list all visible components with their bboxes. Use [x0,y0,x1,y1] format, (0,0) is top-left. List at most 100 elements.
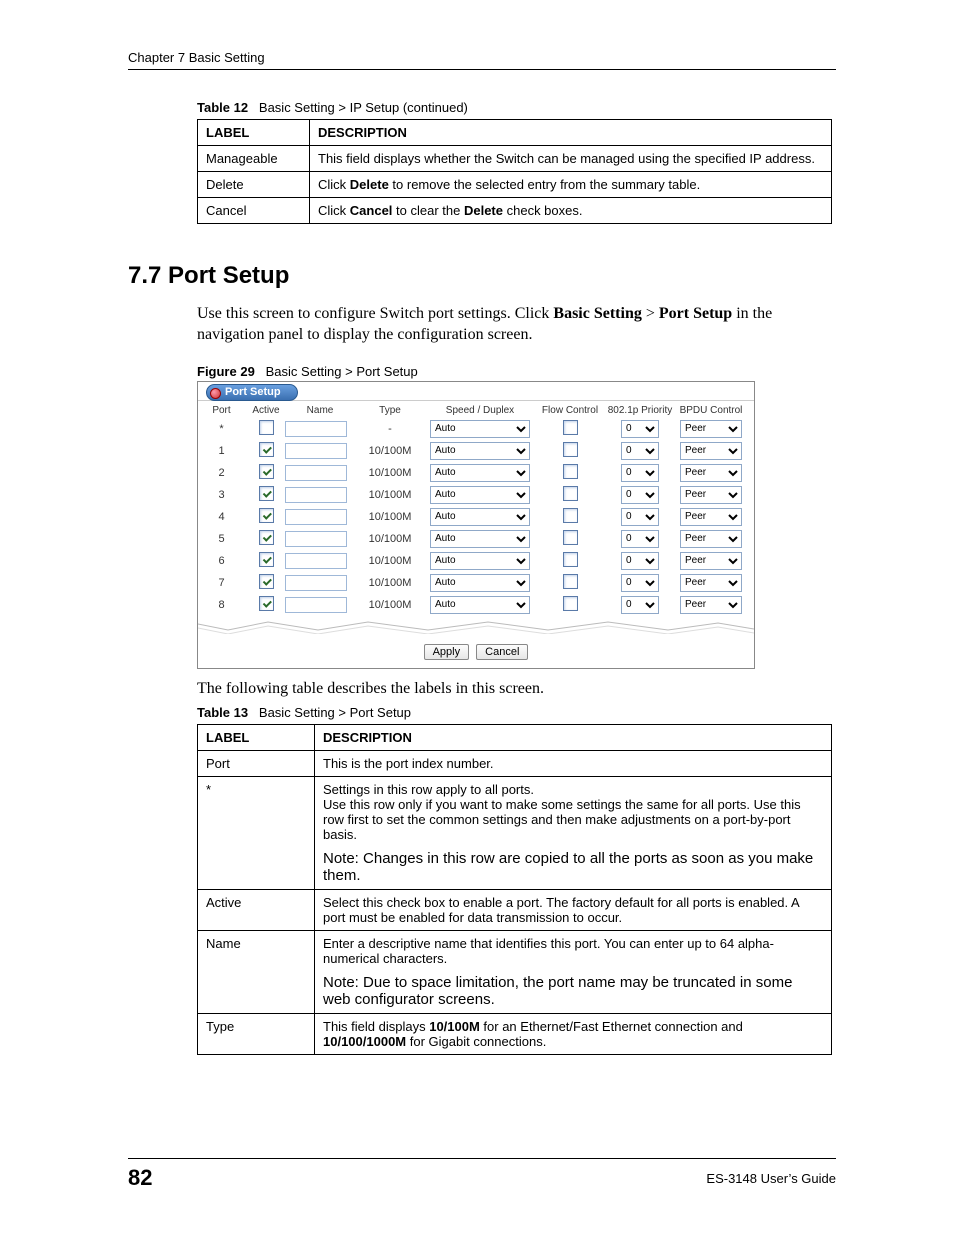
text: Use this screen to configure Switch port… [197,305,553,322]
bpdu-control-select[interactable]: Peer [680,486,742,504]
name-input[interactable] [285,487,347,503]
active-checkbox[interactable] [259,530,274,545]
flow-control-checkbox[interactable] [563,552,578,567]
flow-control-checkbox[interactable] [563,530,578,545]
active-cell [247,552,285,570]
bpdu-cell: Peer [675,420,747,438]
flow-control-checkbox[interactable] [563,442,578,457]
flow-control-checkbox[interactable] [563,574,578,589]
active-cell [247,508,285,526]
name-input[interactable] [285,465,347,481]
port-row: 210/100MAuto0Peer [198,462,754,484]
active-checkbox[interactable] [259,508,274,523]
bpdu-cell: Peer [675,552,747,570]
table13-label: * [198,777,315,890]
priority-select[interactable]: 0 [621,596,659,614]
flow-cell [535,596,605,614]
speed-duplex-select[interactable]: Auto [430,464,530,482]
name-input[interactable] [285,509,347,525]
port-number: 2 [204,467,247,479]
priority-select[interactable]: 0 [621,508,659,526]
table12-label: Cancel [198,198,310,224]
active-checkbox[interactable] [259,486,274,501]
flow-cell [535,508,605,526]
active-checkbox[interactable] [259,442,274,457]
apply-button[interactable]: Apply [424,644,470,660]
priority-cell: 0 [605,464,675,482]
torn-edge-icon [198,620,754,634]
table13-label: Name [198,931,315,1014]
name-cell [285,531,355,547]
chapter-header: Chapter 7 Basic Setting [128,50,836,65]
active-checkbox[interactable] [259,596,274,611]
name-input[interactable] [285,531,347,547]
priority-select[interactable]: 0 [621,530,659,548]
table12-th-desc: DESCRIPTION [310,120,832,146]
flow-cell [535,442,605,460]
speed-cell: Auto [425,464,535,482]
bpdu-control-select[interactable]: Peer [680,464,742,482]
bpdu-control-select[interactable]: Peer [680,596,742,614]
name-input[interactable] [285,443,347,459]
table12-desc: This field displays whether the Switch c… [310,146,832,172]
name-cell [285,553,355,569]
speed-duplex-select[interactable]: Auto [430,486,530,504]
bpdu-control-select[interactable]: Peer [680,574,742,592]
speed-duplex-select[interactable]: Auto [430,420,530,438]
section-heading: 7.7 Port Setup [128,262,836,290]
active-cell [247,464,285,482]
table12-row-cancel: Cancel Click Cancel to clear the Delete … [198,198,832,224]
priority-cell: 0 [605,508,675,526]
table13-row-name: Name Enter a descriptive name that ident… [198,931,832,1014]
name-input[interactable] [285,421,347,437]
name-input[interactable] [285,553,347,569]
priority-select[interactable]: 0 [621,464,659,482]
table12-th-label: LABEL [198,120,310,146]
speed-cell: Auto [425,530,535,548]
flow-control-checkbox[interactable] [563,508,578,523]
bold-text: 10/100M [429,1019,480,1034]
speed-duplex-select[interactable]: Auto [430,552,530,570]
bpdu-control-select[interactable]: Peer [680,530,742,548]
speed-duplex-select[interactable]: Auto [430,530,530,548]
port-row: 510/100MAuto0Peer [198,528,754,550]
cancel-button[interactable]: Cancel [476,644,528,660]
speed-duplex-select[interactable]: Auto [430,442,530,460]
active-cell [247,486,285,504]
flow-control-checkbox[interactable] [563,420,578,435]
speed-duplex-select[interactable]: Auto [430,596,530,614]
priority-select[interactable]: 0 [621,574,659,592]
priority-cell: 0 [605,420,675,438]
active-checkbox[interactable] [259,574,274,589]
bpdu-control-select[interactable]: Peer [680,552,742,570]
speed-cell: Auto [425,420,535,438]
name-input[interactable] [285,597,347,613]
bold-text: Delete [350,177,389,192]
priority-select[interactable]: 0 [621,552,659,570]
flow-control-checkbox[interactable] [563,464,578,479]
priority-select[interactable]: 0 [621,442,659,460]
flow-control-checkbox[interactable] [563,486,578,501]
port-number: 3 [204,489,247,501]
text: check boxes. [503,203,583,218]
priority-select[interactable]: 0 [621,420,659,438]
table13-label: Port [198,751,315,777]
bpdu-control-select[interactable]: Peer [680,442,742,460]
table13-row-active: Active Select this check box to enable a… [198,890,832,931]
active-cell [247,596,285,614]
speed-duplex-select[interactable]: Auto [430,508,530,526]
col-type: Type [355,405,425,416]
flow-control-checkbox[interactable] [563,596,578,611]
name-input[interactable] [285,575,347,591]
name-cell [285,421,355,437]
screenshot-titlebar: Port Setup [198,382,754,401]
table12: LABEL DESCRIPTION Manageable This field … [197,119,832,224]
active-checkbox[interactable] [259,464,274,479]
bpdu-control-select[interactable]: Peer [680,420,742,438]
speed-duplex-select[interactable]: Auto [430,574,530,592]
bpdu-control-select[interactable]: Peer [680,508,742,526]
port-setup-screenshot: Port Setup Port Active Name Type Speed /… [197,381,755,669]
priority-select[interactable]: 0 [621,486,659,504]
active-checkbox[interactable] [259,552,274,567]
active-checkbox[interactable] [259,420,274,435]
